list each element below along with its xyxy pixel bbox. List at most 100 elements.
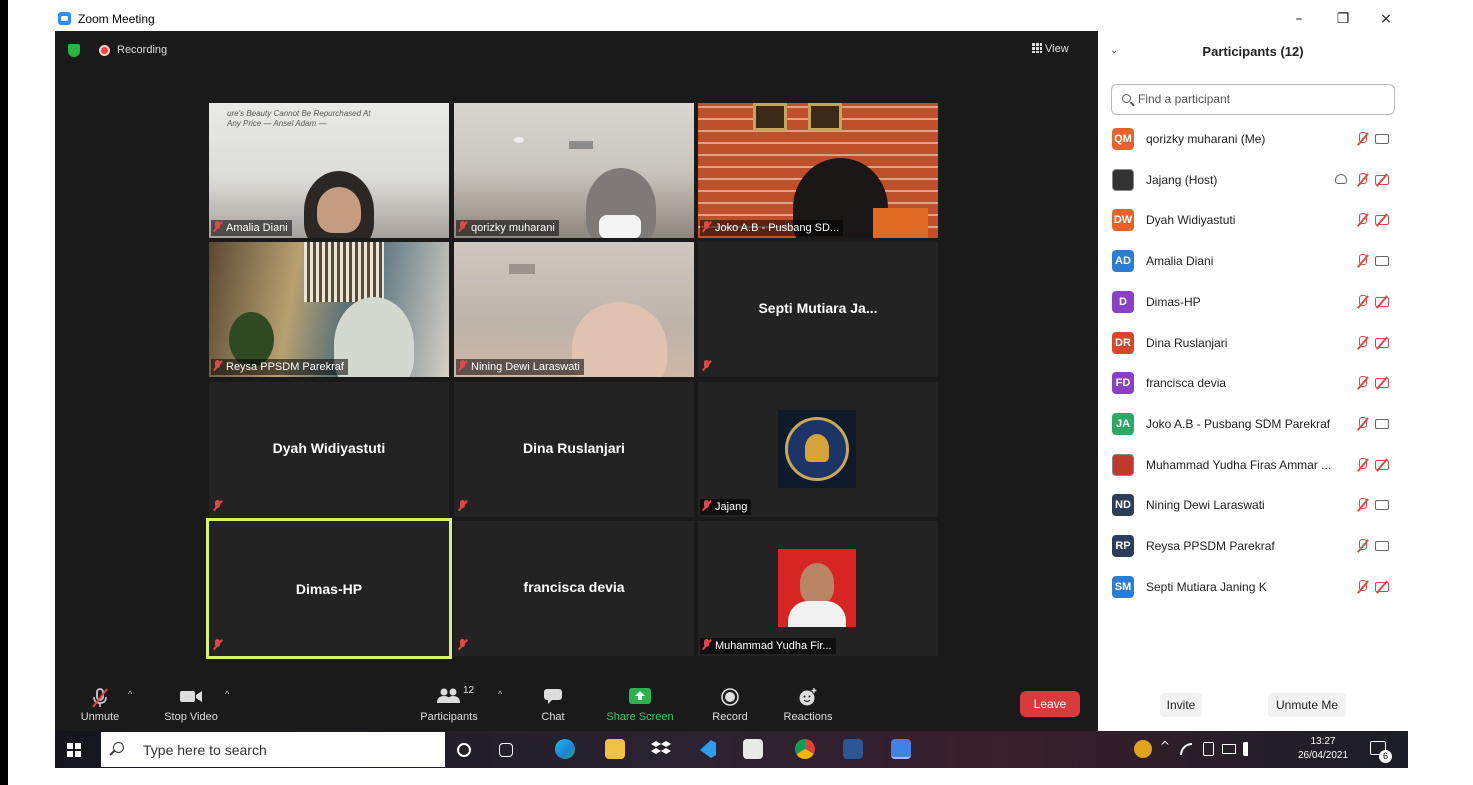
dropbox-icon[interactable] bbox=[651, 739, 671, 759]
participant-row[interactable]: RP Reysa PPSDM Parekraf bbox=[1098, 526, 1408, 566]
network-icon[interactable] bbox=[1180, 743, 1192, 755]
taskbar-clock[interactable]: 13:27 26/04/2021 bbox=[1293, 735, 1353, 763]
participant-row[interactable]: DW Dyah Widiyastuti bbox=[1098, 200, 1408, 240]
record-label: Record bbox=[712, 711, 748, 723]
unmute-me-button[interactable]: Unmute Me bbox=[1268, 693, 1346, 717]
video-tile-amalia-diani[interactable]: ure's Beauty Cannot Be Repurchased At An… bbox=[209, 103, 449, 238]
participant-row[interactable]: ND Nining Dewi Laraswati bbox=[1098, 485, 1408, 525]
participant-row[interactable]: DR Dina Ruslanjari bbox=[1098, 323, 1408, 363]
taskbar-search-box[interactable]: Type here to search bbox=[101, 732, 445, 767]
video-on-icon[interactable] bbox=[1375, 134, 1389, 144]
share-screen-button[interactable]: Share Screen bbox=[600, 681, 680, 731]
participant-row[interactable]: Muhammad Yudha Firas Ammar ... bbox=[1098, 445, 1408, 485]
mic-muted-icon[interactable] bbox=[1356, 579, 1368, 594]
participant-row[interactable]: JA Joko A.B - Pusbang SDM Parekraf bbox=[1098, 404, 1408, 444]
mic-muted-icon[interactable] bbox=[1356, 213, 1368, 227]
volume-icon[interactable] bbox=[1243, 742, 1257, 756]
audio-options-caret[interactable]: ^ bbox=[128, 689, 132, 699]
video-off-icon[interactable] bbox=[1375, 581, 1389, 592]
video-tile-qorizky-muharani[interactable]: qorizky muharani bbox=[454, 103, 694, 238]
invite-button[interactable]: Invite bbox=[1160, 693, 1202, 717]
tray-chevron-icon[interactable]: ^ bbox=[1160, 739, 1170, 753]
mic-muted-icon[interactable] bbox=[1356, 335, 1368, 350]
video-off-icon[interactable] bbox=[1375, 215, 1389, 226]
battery-icon[interactable] bbox=[1222, 744, 1236, 754]
tile-name: Amalia Diani bbox=[226, 222, 288, 234]
avatar: QM bbox=[1112, 128, 1134, 150]
mic-muted-icon[interactable] bbox=[1356, 254, 1368, 268]
microsoft-store-icon[interactable] bbox=[743, 739, 763, 759]
video-on-icon[interactable] bbox=[1375, 500, 1389, 511]
video-off-icon[interactable] bbox=[1375, 378, 1389, 389]
participant-row[interactable]: D Dimas-HP bbox=[1098, 282, 1408, 322]
participants-button[interactable]: 12 Participants bbox=[409, 681, 489, 731]
video-tile-dina[interactable]: Dina Ruslanjari bbox=[454, 382, 694, 517]
video-tile-reysa[interactable]: Reysa PPSDM Parekraf bbox=[209, 242, 449, 377]
video-options-caret[interactable]: ^ bbox=[225, 689, 229, 699]
restore-button[interactable]: ❐ bbox=[1325, 8, 1361, 30]
reactions-button[interactable]: Reactions bbox=[768, 681, 848, 731]
encryption-shield-icon[interactable] bbox=[68, 44, 80, 57]
mic-muted-icon[interactable] bbox=[1356, 539, 1368, 553]
cortana-icon[interactable] bbox=[457, 743, 471, 757]
participants-options-caret[interactable]: ^ bbox=[498, 689, 502, 699]
record-button[interactable]: Record bbox=[690, 681, 770, 731]
video-off-icon[interactable] bbox=[1375, 459, 1389, 470]
leave-button[interactable]: Leave bbox=[1020, 691, 1080, 717]
usb-device-icon[interactable] bbox=[1203, 742, 1214, 756]
word-icon[interactable] bbox=[843, 739, 863, 759]
meeting-top-info: Recording View bbox=[55, 31, 1098, 71]
edge-browser-icon[interactable] bbox=[555, 739, 575, 759]
video-tile-nining[interactable]: Nining Dewi Laraswati bbox=[454, 242, 694, 377]
participant-row[interactable]: SM Septi Mutiara Janing K bbox=[1098, 567, 1408, 607]
stop-video-button[interactable]: Stop Video bbox=[151, 681, 231, 731]
tile-name-caption: Jajang bbox=[700, 499, 752, 515]
chat-button[interactable]: Chat bbox=[513, 681, 593, 731]
participant-row[interactable]: QM qorizky muharani (Me) bbox=[1098, 119, 1408, 159]
video-tile-dyah[interactable]: Dyah Widiyastuti bbox=[209, 382, 449, 517]
mic-muted-icon[interactable] bbox=[1356, 416, 1368, 431]
task-view-icon[interactable] bbox=[499, 743, 513, 757]
mic-muted-icon[interactable] bbox=[1356, 132, 1368, 146]
zoom-taskbar-icon[interactable] bbox=[891, 739, 911, 759]
video-tile-jajang[interactable]: Jajang bbox=[698, 382, 938, 517]
windows-start-icon[interactable] bbox=[67, 743, 81, 757]
participant-name: Septi Mutiara Janing K bbox=[1146, 579, 1267, 594]
video-on-icon[interactable] bbox=[1375, 418, 1389, 429]
video-off-icon[interactable] bbox=[1375, 174, 1389, 185]
window-title: Zoom Meeting bbox=[78, 12, 155, 26]
participant-row[interactable]: Jajang (Host) bbox=[1098, 160, 1408, 200]
chrome-icon[interactable] bbox=[795, 739, 815, 759]
mic-muted-icon bbox=[458, 500, 467, 511]
find-participant-search-input[interactable]: Find a participant bbox=[1111, 84, 1395, 115]
vscode-icon[interactable] bbox=[697, 739, 717, 759]
mic-muted-icon[interactable] bbox=[1356, 498, 1368, 512]
file-explorer-icon[interactable] bbox=[605, 739, 625, 759]
mic-muted-icon[interactable] bbox=[1356, 294, 1368, 309]
video-tile-dimas-active-speaker[interactable]: Dimas-HP bbox=[206, 518, 452, 659]
participant-name: Nining Dewi Laraswati bbox=[1146, 498, 1265, 513]
minimize-button[interactable]: – bbox=[1281, 8, 1317, 30]
share-screen-label: Share Screen bbox=[606, 711, 674, 723]
video-tile-muhammad-yudha[interactable]: Muhammad Yudha Fir... bbox=[698, 521, 938, 656]
video-tile-francisca[interactable]: francisca devia bbox=[454, 521, 694, 656]
close-button[interactable]: × bbox=[1368, 8, 1404, 30]
video-off-icon[interactable] bbox=[1375, 337, 1389, 348]
help-icon[interactable] bbox=[1134, 740, 1152, 758]
view-button[interactable]: View bbox=[1032, 43, 1069, 55]
mic-muted-icon[interactable] bbox=[1356, 376, 1368, 390]
video-on-icon[interactable] bbox=[1375, 256, 1389, 267]
participants-panel: ⌄ Participants (12) Find a participant Q… bbox=[1098, 31, 1408, 731]
video-off-icon[interactable] bbox=[1375, 296, 1389, 307]
mic-muted-icon[interactable] bbox=[1356, 172, 1368, 187]
video-on-icon[interactable] bbox=[1375, 541, 1389, 551]
participant-row[interactable]: FD francisca devia bbox=[1098, 363, 1408, 403]
mic-muted-icon[interactable] bbox=[1356, 457, 1368, 472]
mic-muted-icon bbox=[458, 639, 467, 650]
profile-emblem bbox=[778, 410, 856, 488]
video-tile-joko[interactable]: Joko A.B - Pusbang SD... bbox=[698, 103, 938, 238]
participant-row[interactable]: AD Amalia Diani bbox=[1098, 241, 1408, 281]
video-tile-septi[interactable]: Septi Mutiara Ja... bbox=[698, 242, 938, 377]
participant-name: Reysa PPSDM Parekraf bbox=[1146, 539, 1275, 553]
recording-label[interactable]: Recording bbox=[117, 44, 167, 56]
